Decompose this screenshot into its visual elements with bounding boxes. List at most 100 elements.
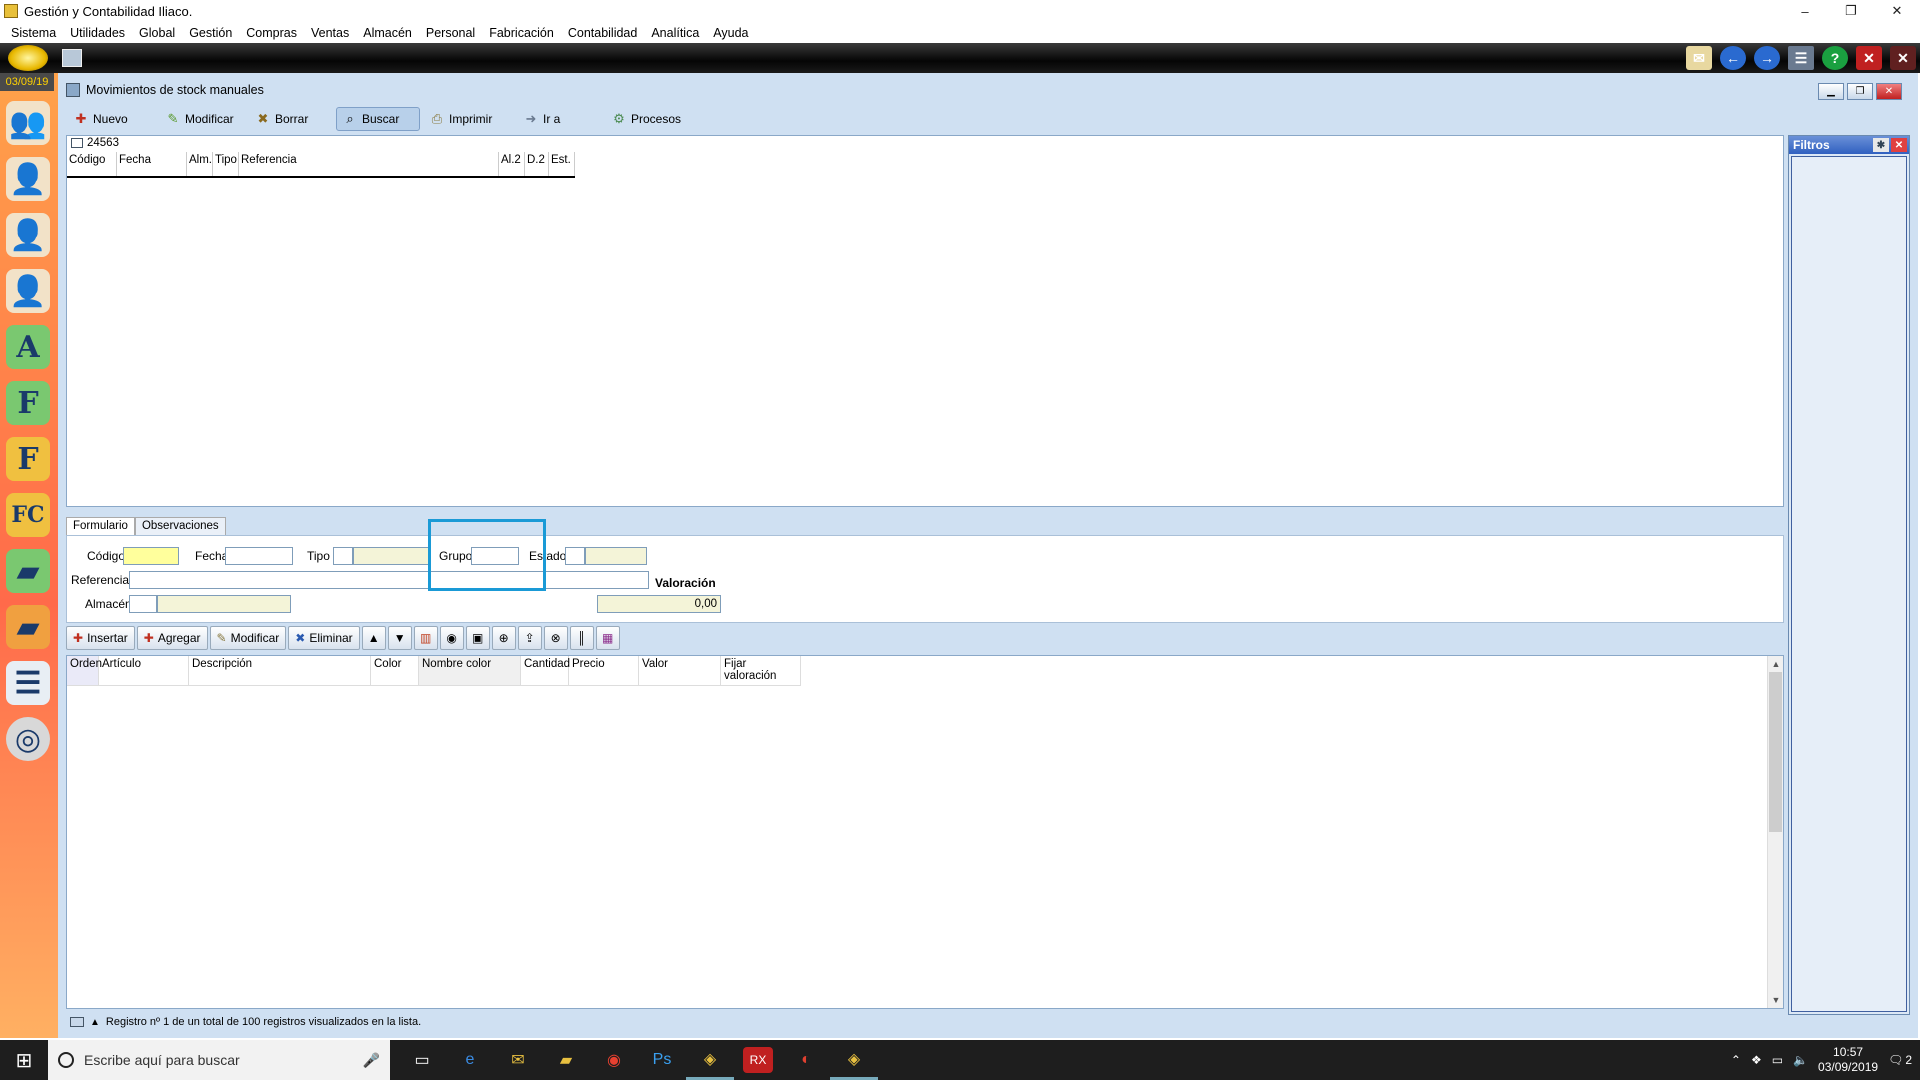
file-explorer-icon[interactable]: ▰ [542,1040,590,1080]
close-all-icon[interactable]: ✕ [1890,46,1916,70]
records-list[interactable]: 24563 Código Fecha Alm. Tipo Referencia … [66,135,1784,507]
fecha-input[interactable] [225,547,293,565]
photoshop-icon[interactable]: Ps [638,1040,686,1080]
pin-icon[interactable]: ✱ [1873,138,1889,152]
col-valor[interactable]: Valor [639,656,721,686]
calendar-icon[interactable]: ▦ [595,626,620,650]
modificar-line-button[interactable]: ✎ Modificar [209,626,287,650]
scroll-down-icon[interactable]: ▼ [1768,992,1784,1008]
home-orb-icon[interactable] [8,45,48,71]
task-view-icon[interactable]: ▭ [398,1040,446,1080]
doc-restore-button[interactable]: ❐ [1847,83,1873,100]
col-d2[interactable]: D.2 [525,152,549,176]
menu-ayuda[interactable]: Ayuda [706,26,755,40]
mail-app-icon[interactable]: ✉ [494,1040,542,1080]
edge-icon[interactable]: e [446,1040,494,1080]
books-icon[interactable]: ▥ [413,626,438,650]
barcode-icon[interactable]: ║ [569,626,594,650]
folder-orange-icon[interactable]: ▰ [6,605,50,649]
tipo-code-input[interactable] [333,547,353,565]
letter-f-yellow-icon[interactable]: F [6,437,50,481]
window-list-icon[interactable] [62,49,82,67]
user-a-icon[interactable]: 👤 [6,269,50,313]
col-articulo[interactable]: Artículo [99,656,189,686]
settings-disc-icon[interactable]: ◎ [6,717,50,761]
status-up-icon[interactable]: ▲ [90,1017,100,1028]
user-icon[interactable]: 👤 [6,157,50,201]
menu-utilidades[interactable]: Utilidades [63,26,132,40]
clock[interactable]: 10:57 03/09/2019 [1818,1045,1878,1075]
scroll-thumb[interactable] [1769,672,1782,832]
tab-observaciones[interactable]: Observaciones [134,517,226,535]
close-button[interactable]: ✕ [1874,0,1920,22]
modificar-button[interactable]: ✎ Modificar [160,107,246,131]
notifications-icon[interactable]: 🗨 2 [1888,1053,1912,1067]
taskbar-search[interactable]: Escribe aquí para buscar 🎤 [48,1040,390,1080]
menu-almacen[interactable]: Almacén [356,26,419,40]
detail-scrollbar[interactable]: ▲ ▼ [1767,656,1783,1008]
dropbox-icon[interactable]: ❖ [1751,1053,1762,1067]
agregar-button[interactable]: ✚ Agregar [136,626,208,650]
col-orden[interactable]: Orden [67,656,102,686]
col-fecha[interactable]: Fecha [117,152,187,176]
col-cantidad[interactable]: Cantidad [521,656,570,686]
user-p-icon[interactable]: 👤 [6,213,50,257]
menu-fabricacion[interactable]: Fabricación [482,26,561,40]
col-fijar-valoracion[interactable]: Fijar valoración [721,656,801,686]
col-tipo[interactable]: Tipo [213,152,239,176]
doc-minimize-button[interactable]: ▁ [1818,83,1844,100]
col-color[interactable]: Color [371,656,419,686]
col-descripcion[interactable]: Descripción [189,656,371,686]
buscar-button[interactable]: ⌕ Buscar [336,107,420,131]
gestion-app-icon[interactable]: ◈ [830,1040,878,1080]
maximize-button[interactable]: ❐ [1828,0,1874,22]
app-taskbar-icon[interactable]: ◈ [686,1040,734,1080]
ledger-icon[interactable]: ☰ [6,661,50,705]
move-up-icon[interactable]: ▲ [361,626,386,650]
article-s-icon[interactable]: ⊗ [543,626,568,650]
eliminar-button[interactable]: ✖ Eliminar [288,626,360,650]
package-icon[interactable]: ▣ [465,626,490,650]
referencia-input[interactable] [129,571,649,589]
nuevo-button[interactable]: ✚ Nuevo [68,107,156,131]
imprimir-button[interactable]: ⎙ Imprimir [424,107,514,131]
doc-close-button[interactable]: ✕ [1876,83,1902,100]
col-est[interactable]: Est. [549,152,575,176]
filters-close-icon[interactable]: ✕ [1891,138,1907,152]
microphone-icon[interactable]: 🎤 [363,1052,380,1069]
menu-compras[interactable]: Compras [239,26,304,40]
insertar-button[interactable]: ✚ Insertar [66,626,135,650]
windows-start-icon[interactable]: ⊞ [0,1040,48,1080]
almacen-code-input[interactable] [129,595,157,613]
lens-icon[interactable]: ◉ [439,626,464,650]
detail-grid[interactable]: Orden Artículo Descripción Color Nombre … [66,655,1784,1009]
move-down-icon[interactable]: ▼ [387,626,412,650]
network-icon[interactable]: ▭ [1772,1053,1783,1067]
letter-a-icon[interactable]: A [6,325,50,369]
mail-icon[interactable]: ✉ [1686,46,1712,70]
procesos-button[interactable]: ⚙ Procesos [606,107,696,131]
menu-analitica[interactable]: Analítica [644,26,706,40]
close-window-icon[interactable]: ✕ [1856,46,1882,70]
borrar-button[interactable]: ✖ Borrar [250,107,332,131]
letter-f-icon[interactable]: F [6,381,50,425]
tray-chevron-icon[interactable]: ⌃ [1731,1053,1741,1067]
status-grid-icon[interactable] [70,1017,84,1027]
rx-icon[interactable]: RX [743,1047,773,1073]
menu-ventas[interactable]: Ventas [304,26,356,40]
menu-gestion[interactable]: Gestión [182,26,239,40]
minimize-button[interactable]: – [1782,0,1828,22]
menu-contabilidad[interactable]: Contabilidad [561,26,645,40]
volume-icon[interactable]: 🔈 [1793,1053,1808,1067]
article-a-icon[interactable]: ⊕ [491,626,516,650]
windows-list-icon[interactable]: ☰ [1788,46,1814,70]
help-icon[interactable]: ? [1822,46,1848,70]
chrome-icon[interactable]: ◉ [590,1040,638,1080]
col-precio[interactable]: Precio [569,656,639,686]
menu-sistema[interactable]: Sistema [4,26,63,40]
users-group-icon[interactable]: 👥 [6,101,50,145]
ir-a-button[interactable]: ➜ Ir a [518,107,602,131]
tab-formulario[interactable]: Formulario [66,517,135,535]
col-al2[interactable]: Al.2 [499,152,525,176]
article-upload-icon[interactable]: ⇪ [517,626,542,650]
